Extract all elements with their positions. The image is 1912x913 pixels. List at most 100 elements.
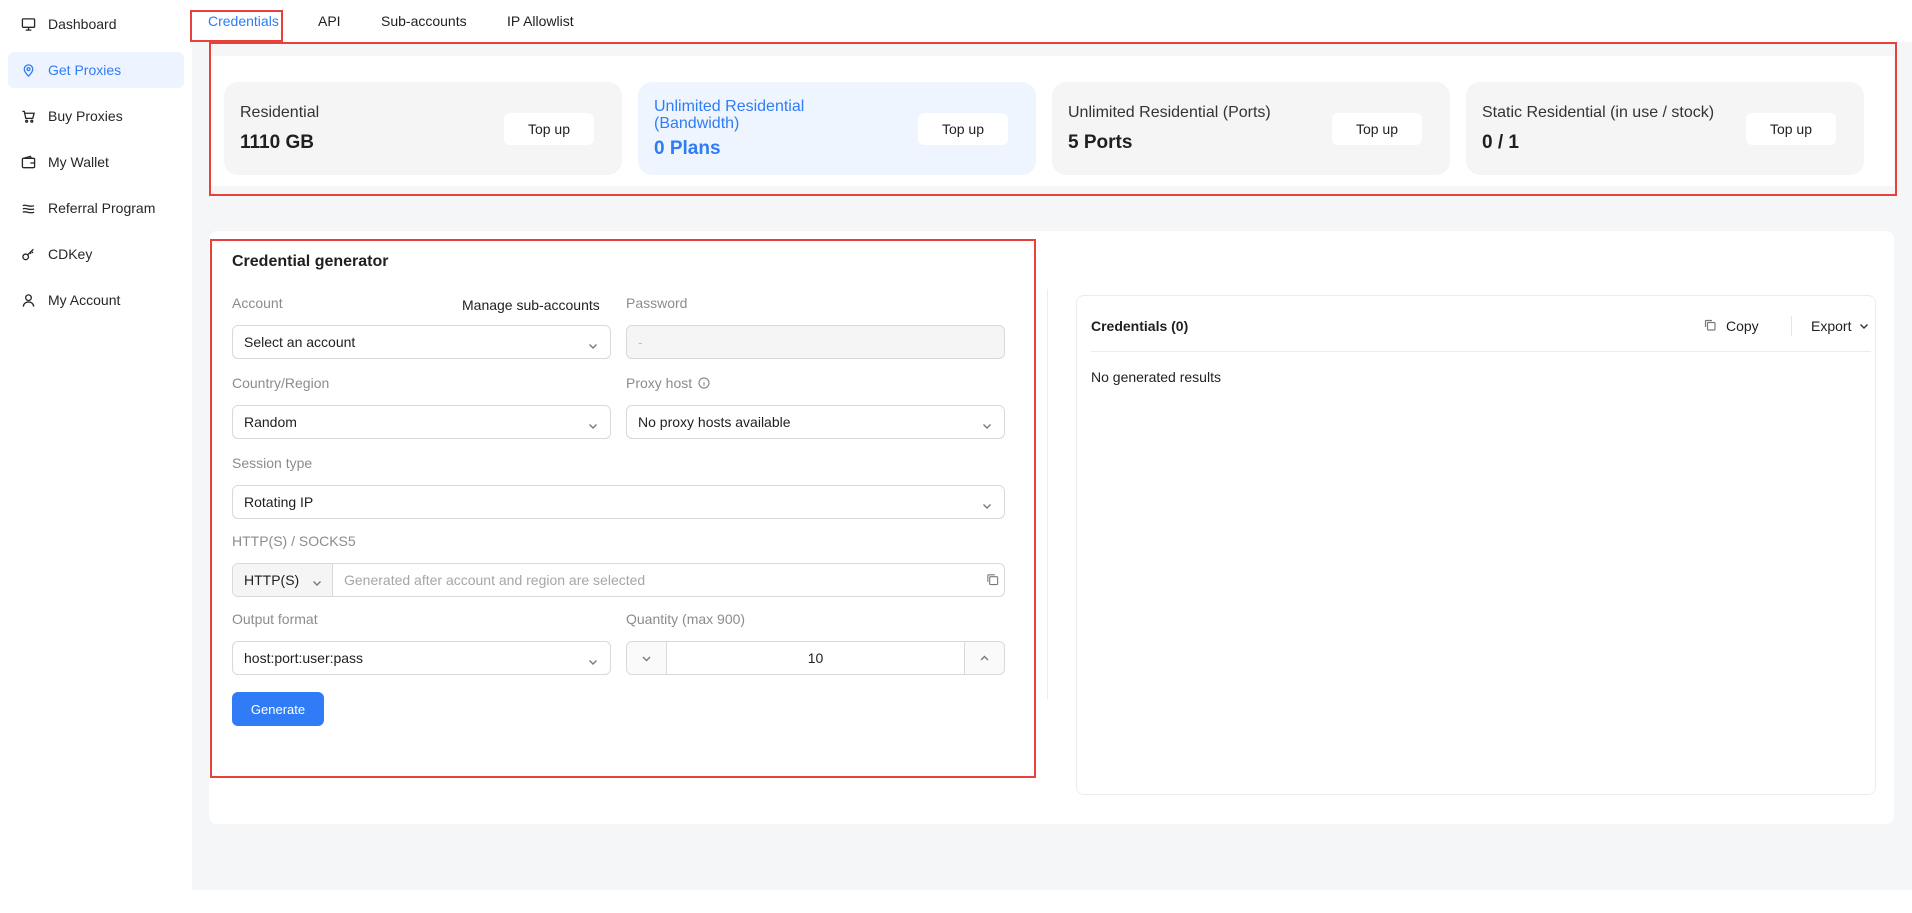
copy-icon[interactable] <box>986 573 1000 587</box>
section-title: Credential generator <box>232 253 389 270</box>
quantity-value[interactable]: 10 <box>667 642 964 674</box>
sidebar-item-buy-proxies[interactable]: Buy Proxies <box>8 98 184 134</box>
sidebar-item-my-wallet[interactable]: My Wallet <box>8 144 184 180</box>
session-type-value: Rotating IP <box>244 494 314 510</box>
stat-title: Static Residential (in use / stock) <box>1482 104 1715 121</box>
top-up-button[interactable]: Top up <box>1332 113 1422 145</box>
protocol-value: HTTP(S) <box>244 572 300 588</box>
proxy-host-value: No proxy hosts available <box>638 414 791 430</box>
sidebar-item-dashboard[interactable]: Dashboard <box>8 6 184 42</box>
toolbar-separator <box>1791 316 1792 336</box>
output-format-value: host:port:user:pass <box>244 650 364 666</box>
stat-value: 0 / 1 <box>1482 132 1519 153</box>
stat-value: 5 Ports <box>1068 132 1133 153</box>
sidebar-item-label: Dashboard <box>48 16 117 32</box>
password-value: - <box>638 334 643 350</box>
top-up-button[interactable]: Top up <box>504 113 594 145</box>
stat-title: Unlimited Residential (Bandwidth) <box>654 98 805 132</box>
proxy-host-select[interactable]: No proxy hosts available <box>626 405 1005 439</box>
protocol-select[interactable]: HTTP(S) <box>233 564 333 596</box>
stat-card-static-residential: Static Residential (in use / stock) 0 / … <box>1466 82 1864 175</box>
stat-card-unlimited-bandwidth: Unlimited Residential (Bandwidth) 0 Plan… <box>638 82 1036 175</box>
output-format-label: Output format <box>232 611 318 627</box>
sidebar-item-cdkey[interactable]: CDKey <box>8 236 184 272</box>
password-field: - <box>626 325 1005 359</box>
country-region-label: Country/Region <box>232 375 330 391</box>
stat-value: 1110 GB <box>240 132 314 153</box>
sidebar-item-referral-program[interactable]: Referral Program <box>8 190 184 226</box>
copy-label: Copy <box>1726 318 1759 334</box>
export-label: Export <box>1811 318 1852 334</box>
credential-generator-panel: Credential generator Account Manage sub-… <box>209 231 1894 824</box>
quantity-label: Quantity (max 900) <box>626 611 746 627</box>
empty-state-text: No generated results <box>1091 369 1221 385</box>
tab-ip-allowlist[interactable]: IP Allowlist <box>507 13 574 29</box>
stat-card-unlimited-ports: Unlimited Residential (Ports) 5 Ports To… <box>1052 82 1450 175</box>
chevron-down-icon <box>642 656 651 661</box>
copy-button[interactable]: Copy <box>1704 318 1759 334</box>
chevron-down-icon <box>982 418 992 429</box>
sidebar-item-label: Get Proxies <box>48 62 122 78</box>
password-label: Password <box>626 295 688 311</box>
sidebar-item-label: Buy Proxies <box>48 108 123 124</box>
chevron-down-icon <box>588 654 598 665</box>
bottom-strip <box>0 890 1912 913</box>
stat-title: Unlimited Residential (Ports) <box>1068 104 1271 121</box>
key-icon <box>20 246 36 262</box>
sidebar-item-label: CDKey <box>48 246 93 262</box>
chevron-down-icon <box>982 498 992 509</box>
chevron-down-icon <box>588 338 598 349</box>
stat-card-residential: Residential 1110 GB Top up <box>224 82 622 175</box>
manage-sub-accounts-link[interactable]: Manage sub-accounts <box>462 297 600 313</box>
wallet-icon <box>20 154 36 170</box>
sidebar-item-label: My Wallet <box>48 154 109 170</box>
account-label: Account <box>232 295 283 311</box>
sidebar-item-my-account[interactable]: My Account <box>8 282 184 318</box>
sidebar-item-label: Referral Program <box>48 200 156 216</box>
cart-icon <box>20 108 36 124</box>
export-dropdown[interactable]: Export <box>1811 318 1869 334</box>
credentials-card: Credentials (0) Copy Export No generated… <box>1076 295 1876 795</box>
dashboard-icon <box>20 16 36 32</box>
stat-title: Residential <box>240 104 320 121</box>
top-up-button[interactable]: Top up <box>1746 113 1836 145</box>
copy-icon <box>1704 319 1718 333</box>
tabs-bar: Credentials API Sub-accounts IP Allowlis… <box>192 0 1912 42</box>
user-icon <box>20 292 36 308</box>
proxy-host-label-text: Proxy host <box>626 375 693 391</box>
chevron-down-icon <box>588 418 598 429</box>
info-icon[interactable] <box>698 377 710 389</box>
sidebar-item-label: My Account <box>48 292 121 308</box>
top-up-button[interactable]: Top up <box>918 113 1008 145</box>
account-select-value: Select an account <box>244 334 356 350</box>
account-select[interactable]: Select an account <box>232 325 611 359</box>
chevron-down-icon <box>1859 321 1869 331</box>
protocol-label: HTTP(S) / SOCKS5 <box>232 533 356 549</box>
stat-value: 0 Plans <box>654 138 721 159</box>
session-type-label: Session type <box>232 455 313 471</box>
proxy-host-label: Proxy host <box>626 375 710 391</box>
session-type-select[interactable]: Rotating IP <box>232 485 1005 519</box>
quantity-stepper: 10 <box>626 641 1005 675</box>
credentials-title: Credentials (0) <box>1091 318 1189 334</box>
referral-icon <box>20 200 36 216</box>
endpoint-input[interactable] <box>333 564 963 596</box>
tab-api[interactable]: API <box>318 13 341 29</box>
panel-divider <box>1047 289 1048 699</box>
active-tab-indicator <box>208 40 250 42</box>
tab-credentials[interactable]: Credentials <box>208 13 279 29</box>
sidebar-item-get-proxies[interactable]: Get Proxies <box>8 52 184 88</box>
generate-button[interactable]: Generate <box>232 692 324 726</box>
increment-button[interactable] <box>964 642 1004 674</box>
tab-sub-accounts[interactable]: Sub-accounts <box>381 13 467 29</box>
endpoint-input-group: HTTP(S) <box>232 563 1005 597</box>
country-region-select[interactable]: Random <box>232 405 611 439</box>
country-region-value: Random <box>244 414 297 430</box>
location-pin-icon <box>20 62 36 78</box>
balance-summary-panel: Residential 1110 GB Top up Unlimited Res… <box>209 56 1894 186</box>
main-content: Credentials API Sub-accounts IP Allowlis… <box>190 0 1912 890</box>
chevron-up-icon <box>980 655 989 660</box>
chevron-down-icon <box>312 575 322 586</box>
decrement-button[interactable] <box>627 642 667 674</box>
output-format-select[interactable]: host:port:user:pass <box>232 641 611 675</box>
